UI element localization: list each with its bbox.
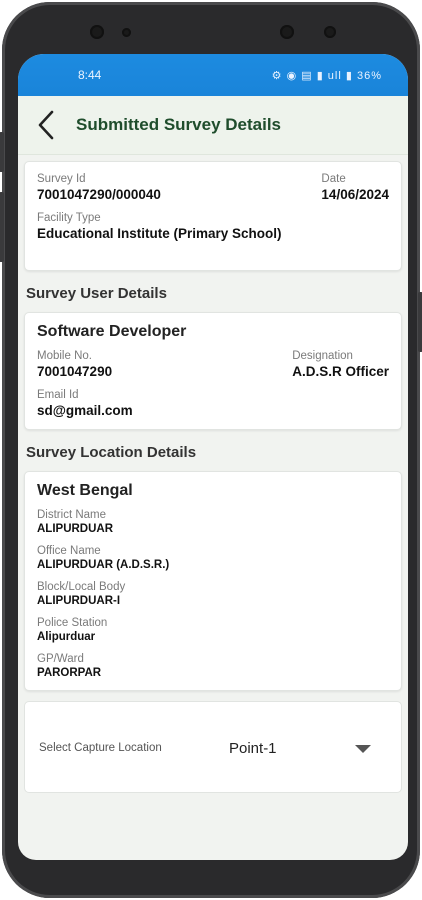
gp-ward-label: GP/Ward: [37, 653, 84, 665]
back-arrow-icon: [38, 110, 54, 140]
user-card: Software Developer Mobile No. 7001047290…: [24, 312, 402, 430]
office-value: ALIPURDUAR (A.D.S.R.): [37, 559, 170, 571]
email-label: Email Id: [37, 389, 79, 401]
capture-location-card: Select Capture Location Point-1: [24, 701, 402, 793]
district-value: ALIPURDUAR: [37, 523, 114, 535]
survey-id-label: Survey Id: [37, 173, 86, 185]
chevron-down-icon[interactable]: [355, 745, 371, 753]
mobile-label: Mobile No.: [37, 350, 92, 362]
email-value: sd@gmail.com: [37, 403, 133, 418]
sensor-icon: [324, 26, 336, 38]
police-station-value: Alipurduar: [37, 631, 96, 643]
camera-icon: [90, 25, 104, 39]
app-bar: Submitted Survey Details: [18, 96, 408, 155]
location-section-title: Survey Location Details: [26, 444, 197, 461]
status-time: 8:44: [78, 68, 102, 82]
designation-label: Designation: [292, 350, 353, 362]
volume-button: [0, 192, 4, 262]
page-title: Submitted Survey Details: [76, 115, 282, 134]
power-button: [0, 132, 4, 172]
designation-value: A.D.S.R Officer: [292, 364, 389, 379]
status-bar: 8:44 ⚙ ◉ ▤ ▮ ull ▮ 36%: [18, 54, 408, 96]
location-card: West Bengal District Name ALIPURDUAR Off…: [24, 471, 402, 691]
facility-type-label: Facility Type: [37, 212, 101, 224]
mobile-value: 7001047290: [37, 364, 113, 379]
capture-location-dropdown[interactable]: Point-1: [229, 740, 277, 757]
survey-id-value: 7001047290/000040: [37, 187, 161, 202]
screen: 8:44 ⚙ ◉ ▤ ▮ ull ▮ 36% Submitted Survey …: [18, 54, 408, 860]
police-station-label: Police Station: [37, 617, 108, 629]
date-value: 14/06/2024: [321, 187, 389, 202]
district-label: District Name: [37, 509, 107, 521]
status-icons: ⚙ ◉ ▤ ▮ ull ▮ 36%: [271, 69, 382, 82]
block-value: ALIPURDUAR-I: [37, 595, 121, 607]
facility-type-value: Educational Institute (Primary School): [37, 226, 282, 241]
capture-location-label: Select Capture Location: [39, 742, 162, 754]
date-label: Date: [321, 173, 346, 185]
side-button: [418, 292, 422, 352]
phone-frame: 8:44 ⚙ ◉ ▤ ▮ ull ▮ 36% Submitted Survey …: [0, 2, 422, 898]
survey-card: Survey Id 7001047290/000040 Date 14/06/2…: [24, 161, 402, 271]
gp-ward-value: PARORPAR: [37, 667, 102, 679]
sensor-icon: [122, 28, 131, 37]
user-name: Software Developer: [37, 323, 187, 340]
user-section-title: Survey User Details: [26, 285, 167, 302]
state-name: West Bengal: [37, 482, 133, 499]
content[interactable]: Survey Id 7001047290/000040 Date 14/06/2…: [18, 155, 408, 793]
block-label: Block/Local Body: [37, 581, 126, 593]
sensor-icon: [280, 25, 294, 39]
back-button[interactable]: [18, 96, 74, 154]
office-label: Office Name: [37, 545, 101, 557]
